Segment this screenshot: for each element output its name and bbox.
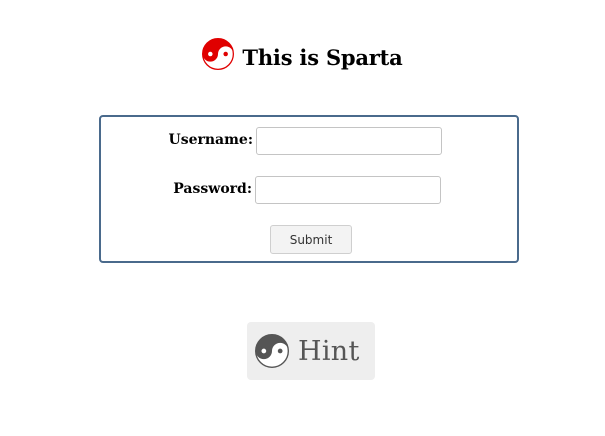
- page-title: This is Sparta: [242, 44, 403, 70]
- password-label: Password:: [173, 181, 252, 197]
- password-input[interactable]: [255, 176, 441, 204]
- page-header: This is Sparta: [0, 38, 605, 70]
- submit-button[interactable]: Submit: [270, 225, 352, 254]
- username-input[interactable]: [256, 127, 442, 155]
- yin-yang-icon: [255, 334, 289, 368]
- username-label: Username:: [168, 132, 253, 148]
- yin-yang-icon: [202, 38, 235, 70]
- login-form: Username: Password: Submit: [99, 115, 519, 263]
- hint-button[interactable]: Hint: [247, 322, 375, 380]
- hint-label: Hint: [298, 335, 360, 367]
